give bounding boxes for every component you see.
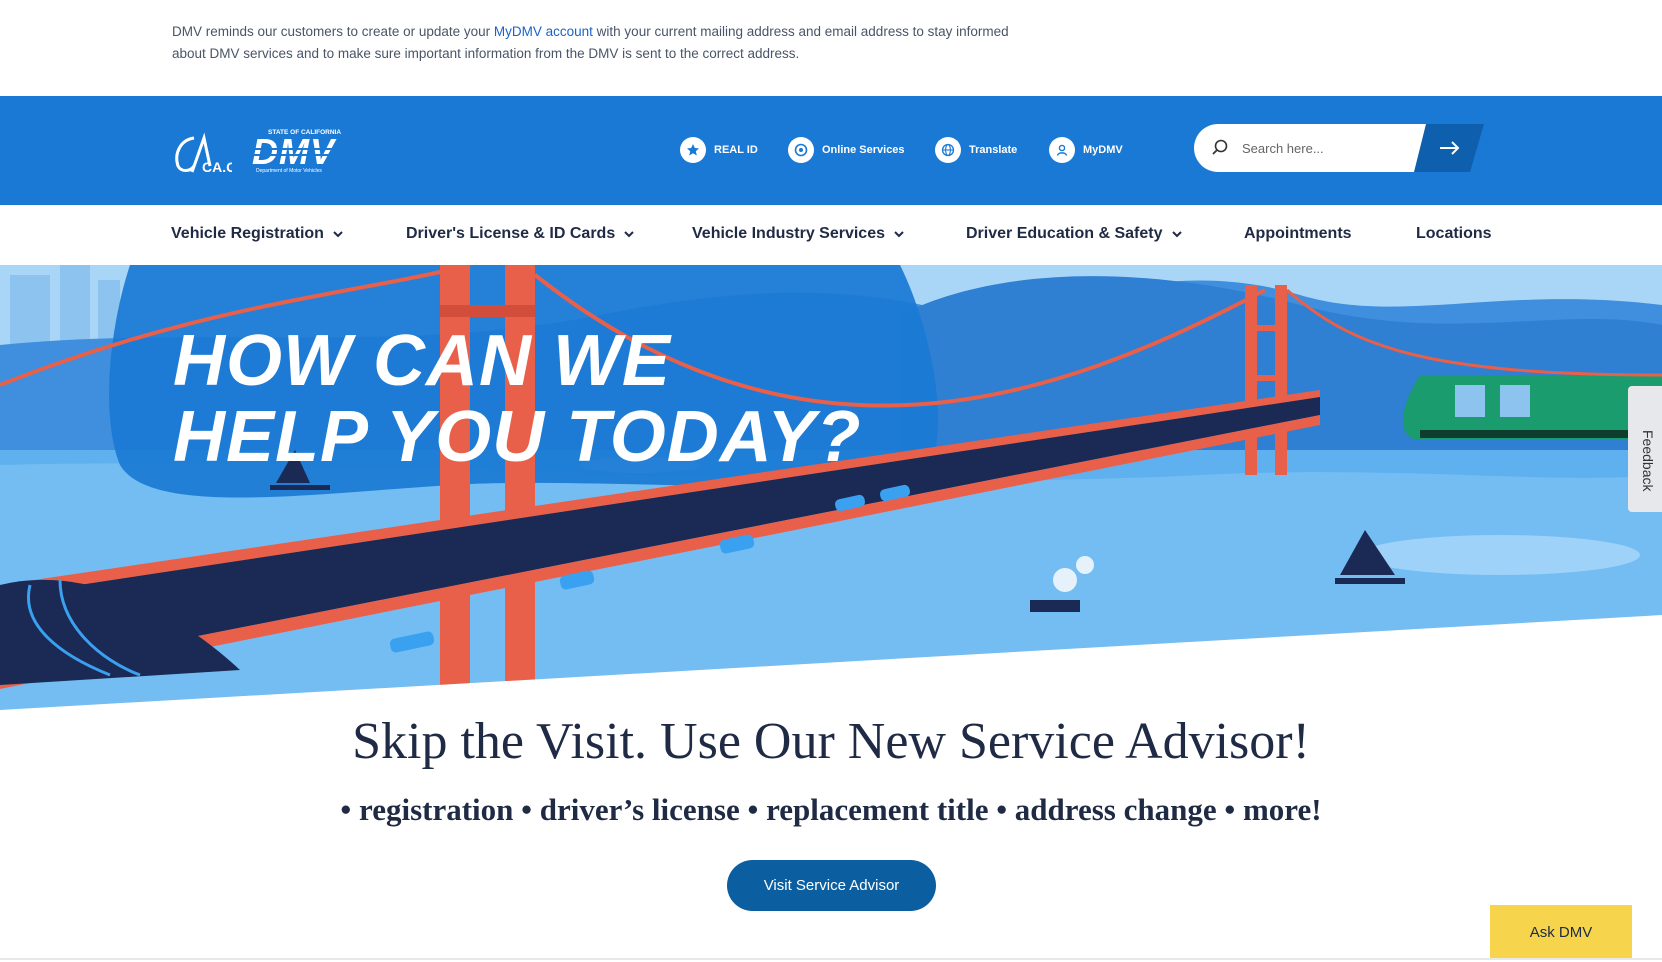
nav-vehicle-industry[interactable]: Vehicle Industry Services [692,225,904,243]
star-icon [680,137,706,163]
mydmv-link[interactable]: MyDMV [1049,136,1123,164]
ca-gov-text: CA.GOV [202,159,232,175]
search-bar [1194,124,1484,172]
nav-label: Driver Education & Safety [966,225,1163,242]
translate-link[interactable]: Translate [935,136,1017,164]
alert-text: DMV reminds our customers to create or u… [172,21,1012,65]
nav-label: Driver's License & ID Cards [406,225,616,242]
search-field [1194,124,1444,172]
search-input[interactable] [1242,136,1422,160]
online-services-link[interactable]: Online Services [788,136,905,164]
search-icon [1212,139,1228,155]
dmv-logo-sub: Department of Motor Vehicles [256,168,322,174]
main-nav: Vehicle Registration Driver's License & … [0,205,1662,265]
service-advisor-subtitle: • registration • driver’s license • repl… [340,792,1322,827]
mydmv-account-link[interactable]: MyDMV account [494,24,593,39]
real-id-link[interactable]: REAL ID [680,136,758,164]
service-advisor-title: Skip the Visit. Use Our New Service Advi… [352,713,1310,770]
nav-label: Vehicle Registration [171,225,324,242]
hero-heading-line-2: HELP YOU TODAY? [173,397,862,477]
dmv-logo[interactable]: STATE OF CALIFORNIA DMV Department of Mo… [250,126,364,176]
chevron-down-icon [624,230,634,237]
mydmv-label: MyDMV [1083,144,1123,156]
alert-banner: DMV reminds our customers to create or u… [0,0,1662,96]
online-services-label: Online Services [822,144,905,156]
nav-locations[interactable]: Locations [1416,225,1492,243]
hero-heading: HOW CAN WE HELP YOU TODAY? [173,323,861,475]
nav-label: Vehicle Industry Services [692,225,885,242]
visit-service-advisor-button[interactable]: Visit Service Advisor [727,860,936,911]
chevron-down-icon [333,230,343,237]
nav-label: Locations [1416,225,1492,242]
chevron-down-icon [894,230,904,237]
nav-vehicle-registration[interactable]: Vehicle Registration [171,225,343,243]
dmv-logo-text: DMV [252,131,337,172]
hero-banner: HOW CAN WE HELP YOU TODAY? [0,265,1662,715]
online-services-icon [788,137,814,163]
globe-icon [935,137,961,163]
alert-text-before: DMV reminds our customers to create or u… [172,24,494,39]
chevron-down-icon [1171,230,1182,237]
search-submit-button[interactable] [1414,124,1484,172]
feedback-label: Feedback [1640,430,1656,492]
ca-gov-logo[interactable]: CA.GOV [172,132,232,176]
translate-label: Translate [969,144,1018,156]
nav-label: Appointments [1244,225,1352,242]
real-id-label: REAL ID [714,144,758,156]
nav-appointments[interactable]: Appointments [1244,225,1352,243]
nav-drivers-license[interactable]: Driver's License & ID Cards [406,225,634,243]
divider [0,958,1662,960]
hero-heading-line-1: HOW CAN WE [173,321,671,401]
ask-dmv-button[interactable]: Ask DMV [1490,905,1632,960]
user-icon [1049,137,1075,163]
nav-driver-education[interactable]: Driver Education & Safety [966,225,1182,243]
feedback-tab[interactable]: Feedback [1628,386,1662,512]
